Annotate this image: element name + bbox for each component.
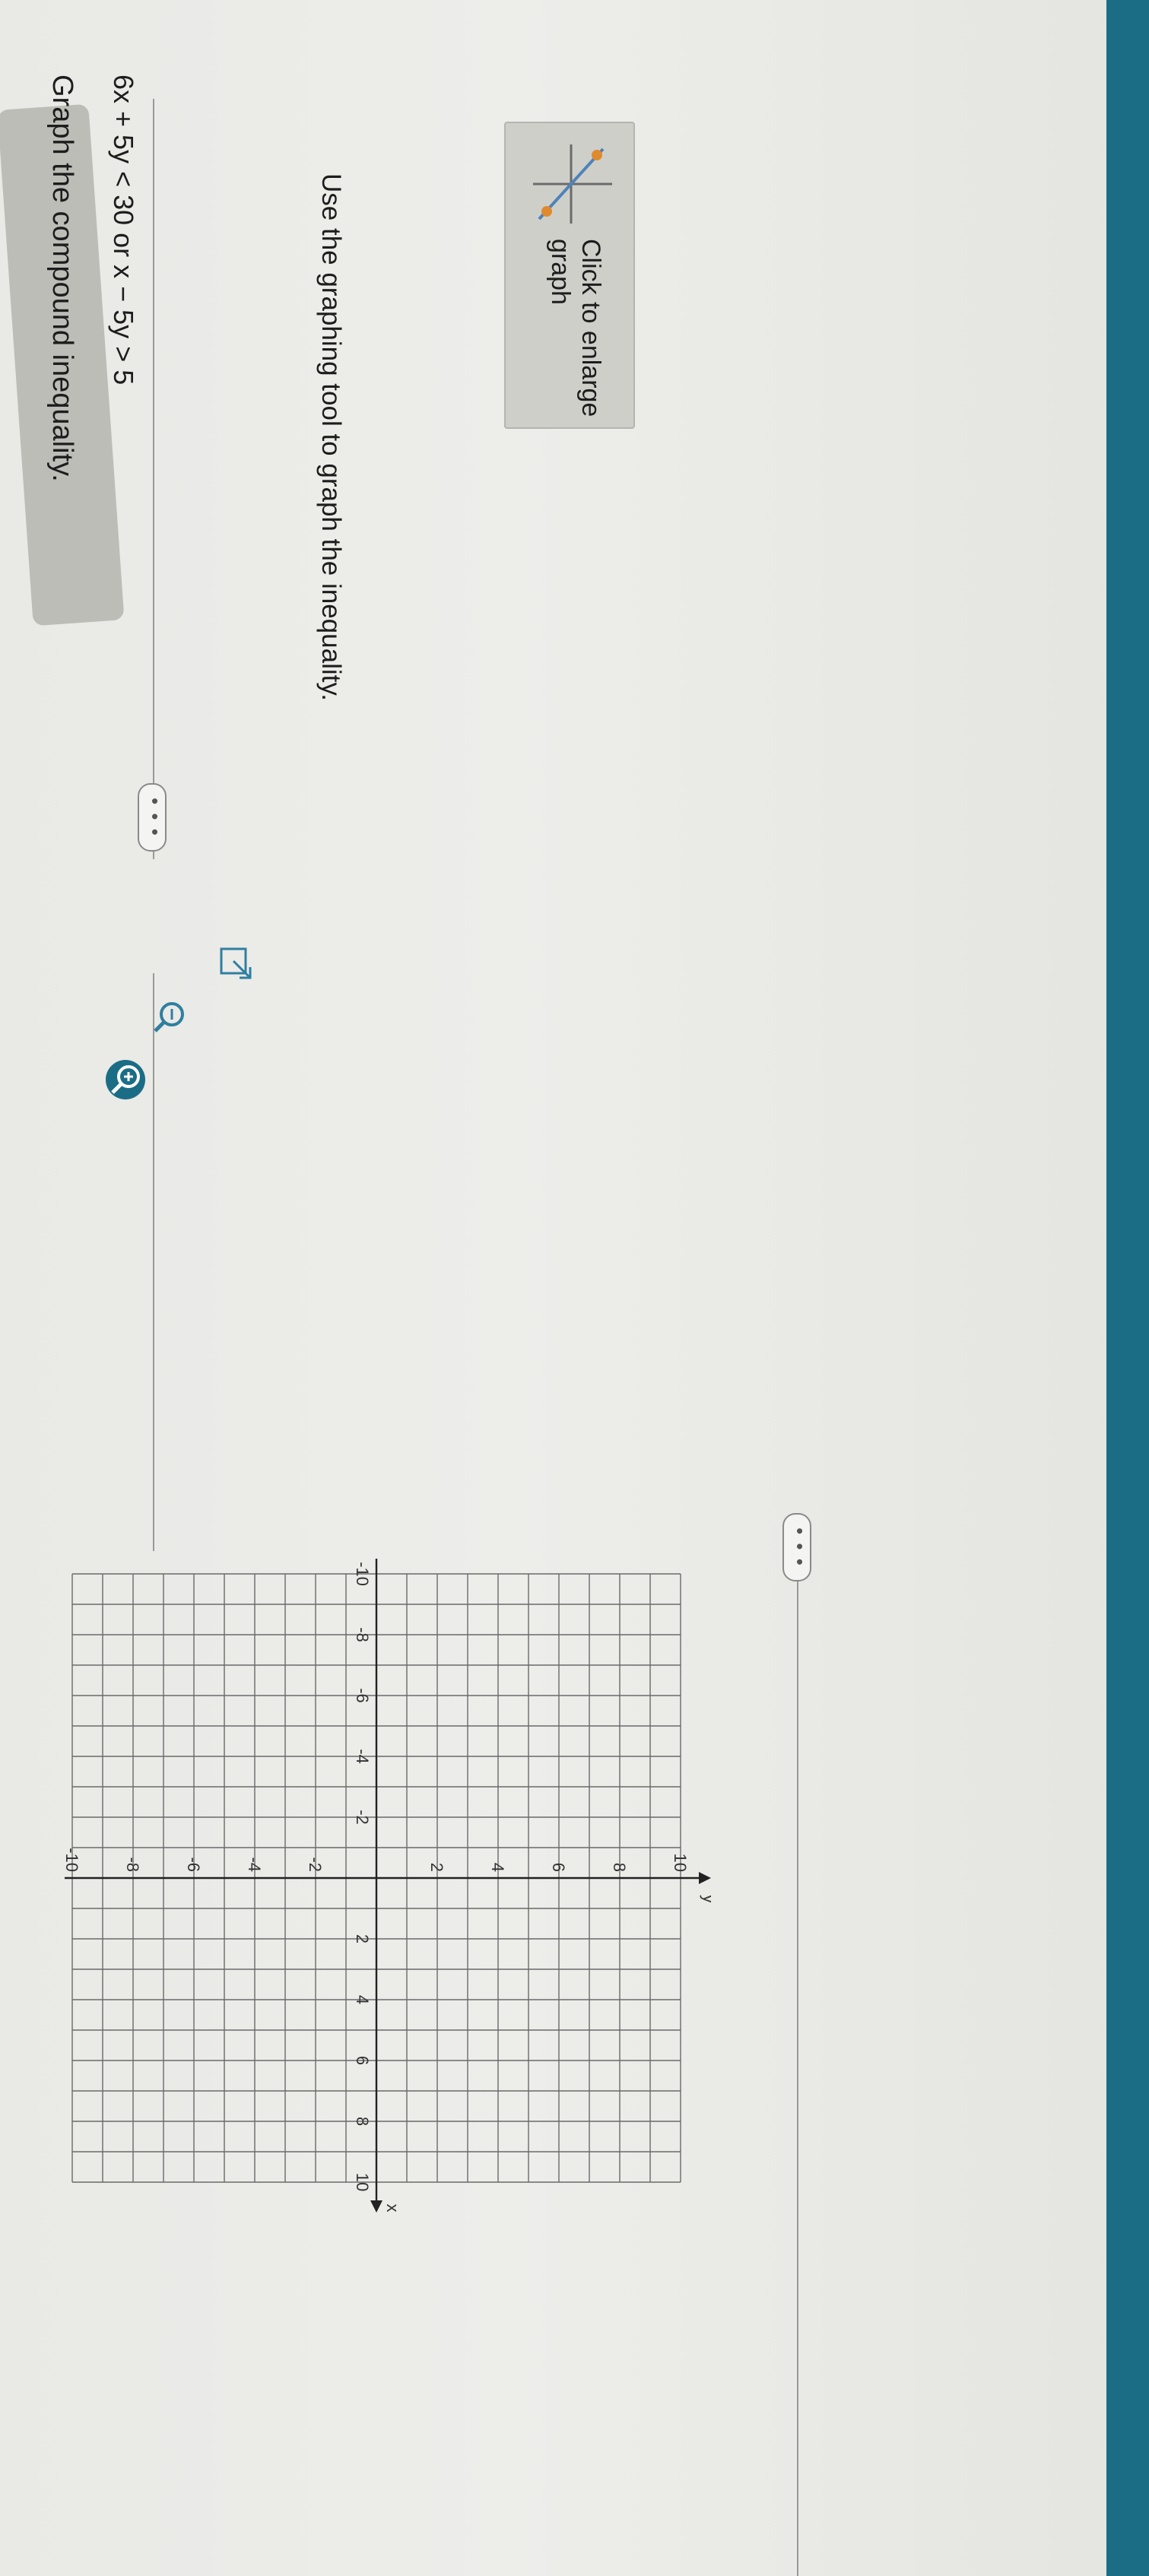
enlarge-graph-button[interactable]: Click to enlarge graph bbox=[504, 122, 635, 429]
question-panel: Graph the compound inequality. 6x + 5y <… bbox=[0, 0, 1106, 2576]
x-tick-label: 8 bbox=[353, 2117, 372, 2126]
axes bbox=[65, 1559, 711, 2213]
x-tick-label: -2 bbox=[353, 1810, 372, 1825]
enlarge-graph-label: Click to enlarge graph bbox=[546, 239, 605, 417]
x-tick-label: 6 bbox=[353, 2056, 372, 2065]
question-title: Graph the compound inequality. bbox=[46, 75, 78, 482]
y-tick-label: 2 bbox=[427, 1863, 446, 1872]
y-tick-label: 8 bbox=[610, 1863, 629, 1872]
x-tick-label: 4 bbox=[353, 1995, 372, 2004]
inequality-expression: 6x + 5y < 30 or x − 5y > 5 bbox=[108, 75, 139, 385]
y-tick-label: -10 bbox=[62, 1848, 81, 1872]
zoom-in-icon[interactable] bbox=[103, 1057, 148, 1102]
y-tick-label: 10 bbox=[671, 1854, 690, 1872]
divider bbox=[153, 973, 154, 1551]
x-tick-label: 2 bbox=[353, 1934, 372, 1943]
x-tick-label: -10 bbox=[353, 1562, 372, 1586]
zoom-out-icon[interactable] bbox=[148, 996, 190, 1039]
expand-button[interactable]: • • • bbox=[138, 783, 167, 852]
app-side-bar bbox=[1106, 0, 1149, 2576]
x-tick-label: -8 bbox=[353, 1627, 372, 1642]
coordinate-grid[interactable]: x y -10 -8 -6 -4 -2 2 4 6 8 10 10 8 6 4 2 -2 -4 -6 -8 -10 bbox=[42, 1528, 711, 2349]
screen: Graph the compound inequality. 6x + 5y <… bbox=[0, 0, 1149, 2576]
y-axis-arrow-icon bbox=[699, 1872, 711, 1884]
x-axis-arrow-icon bbox=[370, 2200, 382, 2213]
y-tick-label: -2 bbox=[306, 1857, 325, 1872]
instruction-text: Use the graphing tool to graph the inequ… bbox=[316, 173, 346, 701]
x-tick-label: -6 bbox=[353, 1688, 372, 1703]
divider bbox=[153, 99, 154, 859]
y-tick-label: -6 bbox=[184, 1857, 203, 1872]
open-new-window-icon[interactable] bbox=[214, 943, 256, 985]
tick-labels: x y -10 -8 -6 -4 -2 2 4 6 8 10 10 8 6 4 2 -2 -4 -6 -8 -10 bbox=[62, 1562, 711, 2212]
x-tick-label: 10 bbox=[353, 2173, 372, 2191]
y-tick-label: 6 bbox=[549, 1863, 568, 1872]
y-tick-label: -8 bbox=[123, 1857, 142, 1872]
graph-thumbnail-icon bbox=[533, 144, 612, 224]
y-axis-label: y bbox=[700, 1895, 711, 1903]
y-tick-label: -4 bbox=[245, 1857, 264, 1872]
expand-button[interactable]: • • • bbox=[782, 1513, 811, 1581]
x-axis-label: x bbox=[383, 2204, 402, 2213]
divider bbox=[797, 1547, 798, 2576]
x-tick-label: -4 bbox=[353, 1749, 372, 1764]
y-tick-label: 4 bbox=[488, 1863, 507, 1872]
